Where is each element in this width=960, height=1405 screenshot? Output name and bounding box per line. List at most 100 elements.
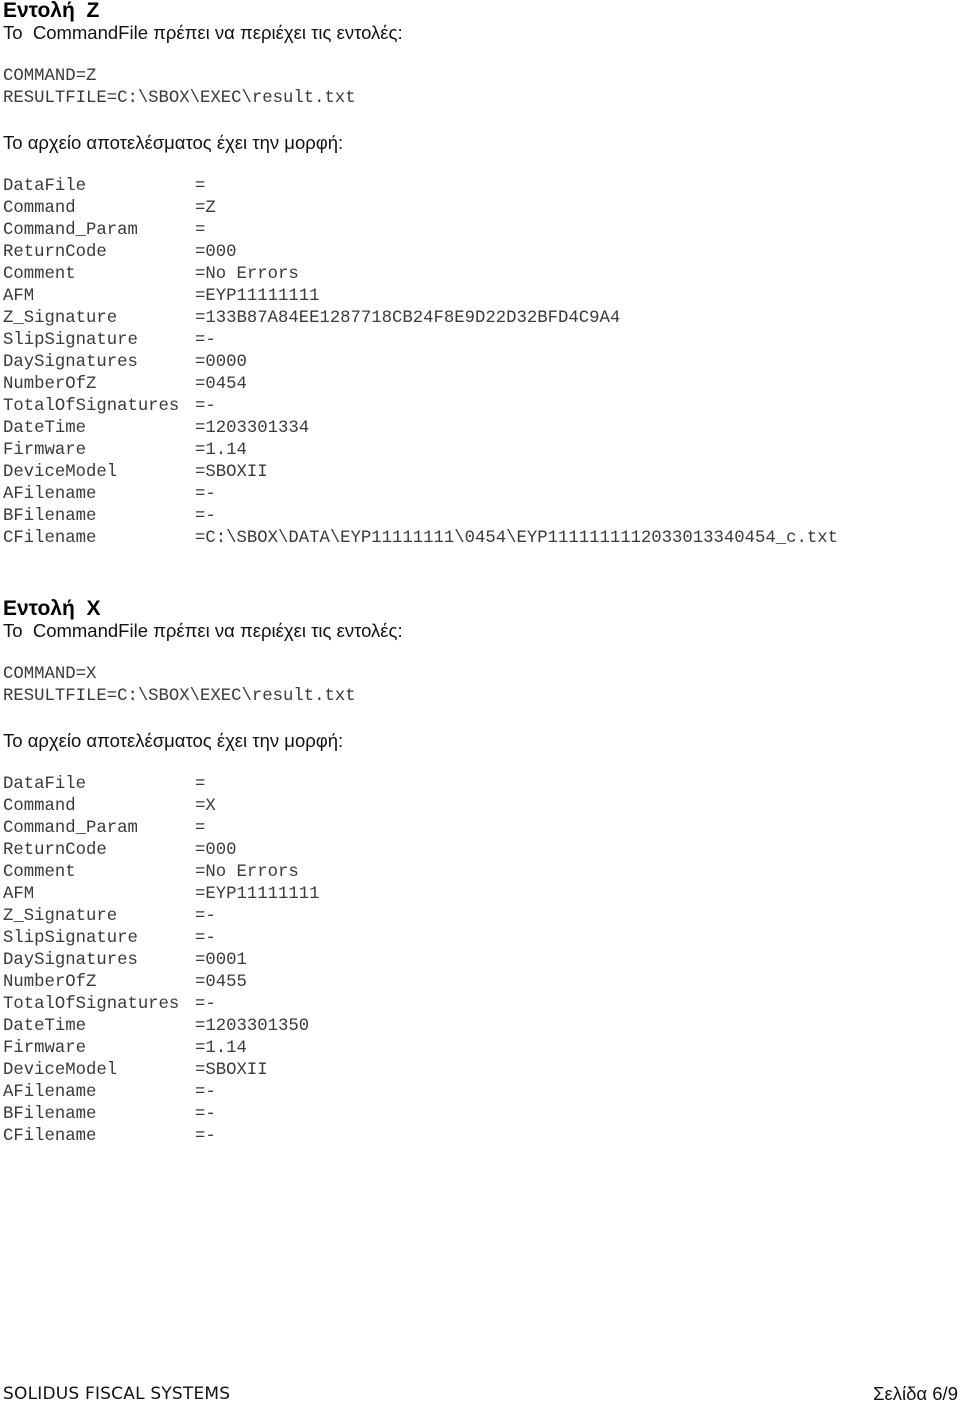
field-value: =X xyxy=(195,797,216,816)
result-field-row: NumberOfZ =0454 xyxy=(3,374,953,396)
field-key: AFilename xyxy=(3,485,97,504)
field-value: =EYP11111111 xyxy=(195,885,320,904)
result-field-row: Comment =No Errors xyxy=(3,862,953,884)
field-value: =C:\SBOX\DATA\EYP11111111\0454\EYP111111… xyxy=(195,529,838,548)
field-value: =- xyxy=(195,929,216,948)
field-value: =- xyxy=(195,507,216,526)
command-z-section: Εντολή Z Το CommandFile πρέπει να περιέχ… xyxy=(3,0,953,550)
field-value: =0455 xyxy=(195,973,247,992)
result-field-row: BFilename =- xyxy=(3,506,953,528)
field-value: =No Errors xyxy=(195,863,299,882)
result-field-row: Command_Param = xyxy=(3,220,953,242)
command-line: RESULTFILE=C:\SBOX\EXEC\result.txt xyxy=(3,687,356,706)
field-key: Comment xyxy=(3,863,76,882)
page-number: Σελίδα 6/9 xyxy=(873,1383,958,1404)
field-key: NumberOfZ xyxy=(3,375,97,394)
field-key: DataFile xyxy=(3,775,86,794)
result-field-row: DaySignatures =0001 xyxy=(3,950,953,972)
field-key: DaySignatures xyxy=(3,353,138,372)
field-value: =- xyxy=(195,995,216,1014)
field-value: =- xyxy=(195,1105,216,1124)
result-field-row: SlipSignature =- xyxy=(3,330,953,352)
field-key: BFilename xyxy=(3,1105,97,1124)
result-field-row: DeviceModel =SBOXII xyxy=(3,1060,953,1082)
field-value: =000 xyxy=(195,841,237,860)
command-file-intro: Το CommandFile πρέπει να περιέχει τις εν… xyxy=(3,620,403,641)
field-key: DataFile xyxy=(3,177,86,196)
field-key: Command_Param xyxy=(3,221,138,240)
result-field-row: DateTime =1203301350 xyxy=(3,1016,953,1038)
result-field-row: CFilename =C:\SBOX\DATA\EYP11111111\0454\… xyxy=(3,528,953,550)
field-value: = xyxy=(195,177,206,196)
result-field-row: TotalOfSignatures =- xyxy=(3,396,953,418)
field-value: =EYP11111111 xyxy=(195,287,320,306)
result-field-row: DataFile = xyxy=(3,774,953,796)
field-key: SlipSignature xyxy=(3,331,138,350)
field-value: =- xyxy=(195,1083,216,1102)
field-value: =1203301334 xyxy=(195,419,310,438)
result-file-block: DataFile = Command =Z Command_Param = ReturnCo… xyxy=(3,176,953,550)
section-heading: Εντολή Z xyxy=(3,0,100,22)
field-key: TotalOfSignatures xyxy=(3,397,180,416)
field-key: DateTime xyxy=(3,1017,86,1036)
result-file-block: DataFile = Command =X Command_Param = ReturnCo… xyxy=(3,774,953,1148)
field-value: =1.14 xyxy=(195,441,247,460)
field-value: =- xyxy=(195,331,216,350)
field-key: AFilename xyxy=(3,1083,97,1102)
field-key: AFM xyxy=(3,885,35,904)
field-value: =SBOXII xyxy=(195,1061,268,1080)
field-value: =SBOXII xyxy=(195,463,268,482)
field-value: =000 xyxy=(195,243,237,262)
result-field-row: DataFile = xyxy=(3,176,953,198)
result-field-row: ReturnCode =000 xyxy=(3,242,953,264)
command-line: COMMAND=X xyxy=(3,665,97,684)
result-field-row: BFilename =- xyxy=(3,1104,953,1126)
result-field-row: ReturnCode =000 xyxy=(3,840,953,862)
command-x-section: Εντολή X Το CommandFile πρέπει να περιέχ… xyxy=(3,598,953,1148)
field-key: CFilename xyxy=(3,529,97,548)
field-key: DeviceModel xyxy=(3,463,118,482)
field-key: Command xyxy=(3,199,76,218)
field-key: SlipSignature xyxy=(3,929,138,948)
field-key: DeviceModel xyxy=(3,1061,118,1080)
field-value: = xyxy=(195,775,206,794)
field-key: Firmware xyxy=(3,1039,86,1058)
field-key: Comment xyxy=(3,265,76,284)
result-field-row: DaySignatures =0000 xyxy=(3,352,953,374)
result-field-row: Firmware =1.14 xyxy=(3,440,953,462)
section-heading: Εντολή X xyxy=(3,597,101,620)
field-key: Z_Signature xyxy=(3,309,118,328)
field-key: TotalOfSignatures xyxy=(3,995,180,1014)
field-value: =Z xyxy=(195,199,216,218)
field-value: =133B87A84EE1287718CB24F8E9D22D32BFD4C9A… xyxy=(195,309,621,328)
command-file-intro: Το CommandFile πρέπει να περιέχει τις εν… xyxy=(3,22,403,43)
field-key: Z_Signature xyxy=(3,907,118,926)
result-field-row: CFilename =- xyxy=(3,1126,953,1148)
command-file-block: COMMAND=Z RESULTFILE=C:\SBOX\EXEC\result… xyxy=(3,66,953,110)
field-key: ReturnCode xyxy=(3,243,107,262)
result-field-row: Command =Z xyxy=(3,198,953,220)
field-key: NumberOfZ xyxy=(3,973,97,992)
field-key: AFM xyxy=(3,287,35,306)
result-file-intro: Το αρχείο αποτελέσματος έχει την μορφή: xyxy=(3,730,344,751)
field-key: Firmware xyxy=(3,441,86,460)
field-value: =- xyxy=(195,907,216,926)
result-field-row: Comment =No Errors xyxy=(3,264,953,286)
field-value: =No Errors xyxy=(195,265,299,284)
company-brand: SOLIDUS FISCAL SYSTEMS xyxy=(3,1384,231,1404)
field-value: =- xyxy=(195,1127,216,1146)
field-key: Command_Param xyxy=(3,819,138,838)
result-field-row: AFM =EYP11111111 xyxy=(3,884,953,906)
result-file-intro: Το αρχείο αποτελέσματος έχει την μορφή: xyxy=(3,132,344,153)
field-key: DaySignatures xyxy=(3,951,138,970)
result-field-row: Z_Signature =- xyxy=(3,906,953,928)
result-field-row: AFM =EYP11111111 xyxy=(3,286,953,308)
result-field-row: DateTime =1203301334 xyxy=(3,418,953,440)
result-field-row: AFilename =- xyxy=(3,484,953,506)
result-field-row: TotalOfSignatures =- xyxy=(3,994,953,1016)
command-line: COMMAND=Z xyxy=(3,67,97,86)
field-value: =0001 xyxy=(195,951,247,970)
result-field-row: NumberOfZ =0455 xyxy=(3,972,953,994)
result-field-row: Firmware =1.14 xyxy=(3,1038,953,1060)
result-field-row: SlipSignature =- xyxy=(3,928,953,950)
